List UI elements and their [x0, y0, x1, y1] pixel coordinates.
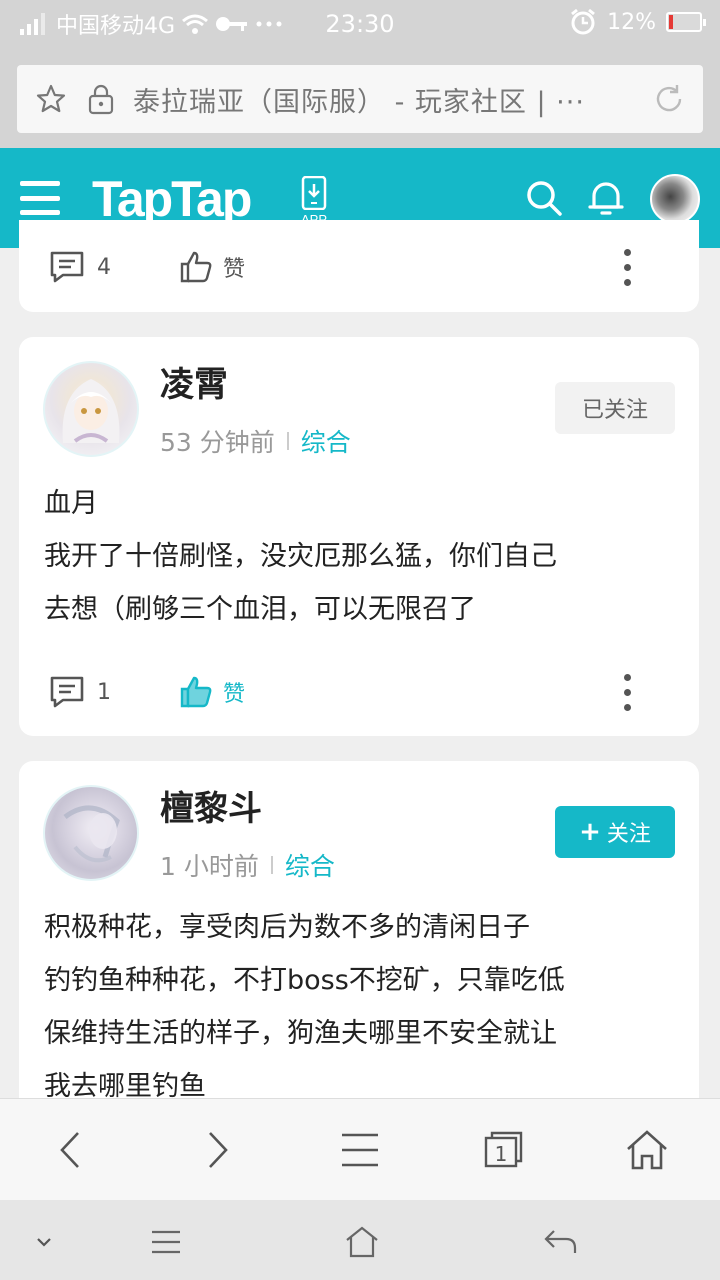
- tab-count: 1: [494, 1142, 508, 1166]
- post-body[interactable]: 积极种花，享受肉后为数不多的清闲日子 钓钓鱼种种花，不打boss不挖矿，只靠吃低…: [44, 901, 669, 1113]
- post-line: 去想（刷够三个血泪，可以无限召了: [44, 594, 476, 625]
- like-label: 赞: [223, 682, 246, 707]
- post-line: 钓钓鱼种种花，不打boss不挖矿，只靠吃低: [44, 965, 565, 996]
- post-actions: 1 赞: [49, 667, 669, 717]
- comment-count: 1: [97, 679, 111, 705]
- star-icon[interactable]: [33, 81, 69, 117]
- menu-lines-icon[interactable]: [335, 1125, 385, 1175]
- thumbs-up-icon: [180, 676, 212, 708]
- post-time: 53 分钟前: [160, 428, 275, 457]
- follow-button[interactable]: 已关注: [555, 382, 675, 434]
- post-actions: 4 赞: [49, 242, 669, 292]
- comment-icon: [50, 676, 84, 708]
- more-options-icon[interactable]: [624, 248, 631, 286]
- post-line: 积极种花，享受肉后为数不多的清闲日子: [44, 912, 530, 943]
- post-time: 1 小时前: [160, 852, 259, 881]
- refresh-icon[interactable]: [651, 81, 687, 117]
- app-download-icon: [301, 175, 327, 211]
- comment-button[interactable]: 1: [49, 675, 179, 709]
- post-line: 保维持生活的样子，狗渔夫哪里不安全就让: [44, 1018, 557, 1049]
- anime-avatar-image: [62, 379, 120, 443]
- alarm-icon: [571, 8, 596, 35]
- battery-icon: [666, 12, 706, 32]
- battery-percent: 12%: [607, 9, 656, 35]
- user-avatar[interactable]: [43, 785, 139, 881]
- category-tag[interactable]: 综合: [301, 423, 351, 459]
- comment-count: 4: [97, 254, 111, 280]
- username[interactable]: 凌霄: [160, 357, 228, 406]
- search-icon[interactable]: [524, 178, 564, 218]
- home-icon[interactable]: [622, 1125, 672, 1175]
- post-card: 凌霄 53 分钟前 综合 已关注 血月 我开了十倍刷怪，没灾厄那么猛，你们自己 …: [19, 337, 699, 736]
- menu-icon[interactable]: [146, 1222, 186, 1262]
- post-meta: 53 分钟前 综合: [160, 423, 351, 459]
- post-card: 檀黎斗 1 小时前 综合 + 关注 积极种花，享受肉后为数不多的清闲日子 钓钓鱼…: [19, 761, 699, 1121]
- page-title: 泰拉瑞亚（国际服） - 玩家社区 | ···: [133, 86, 585, 118]
- lock-icon: [83, 81, 119, 117]
- screen: 中国移动4G 23:30 12% 泰拉瑞亚（国际服） - 玩家社区 | ··· …: [0, 0, 720, 1280]
- browser-toolbar: 1: [0, 1098, 720, 1200]
- return-icon[interactable]: [540, 1222, 580, 1262]
- back-icon[interactable]: [46, 1125, 96, 1175]
- post-body[interactable]: 血月 我开了十倍刷怪，没灾厄那么猛，你们自己 去想（刷够三个血泪，可以无限召了: [44, 477, 669, 636]
- like-button[interactable]: 赞: [179, 250, 245, 284]
- follow-label: 关注: [606, 822, 651, 847]
- bell-icon[interactable]: [588, 178, 624, 218]
- thumbs-up-icon: [180, 251, 212, 283]
- menu-icon[interactable]: [20, 181, 60, 215]
- browser-address-bar: 泰拉瑞亚（国际服） - 玩家社区 | ···: [0, 50, 720, 148]
- username[interactable]: 檀黎斗: [160, 781, 262, 830]
- follow-button[interactable]: + 关注: [555, 806, 675, 858]
- category-tag[interactable]: 综合: [285, 847, 335, 883]
- comment-button[interactable]: 4: [49, 250, 179, 284]
- avatar-image: [63, 805, 120, 863]
- divider: [286, 432, 289, 450]
- more-options-icon[interactable]: [624, 673, 631, 711]
- post-card: 4 赞: [19, 220, 699, 312]
- tabs-icon[interactable]: 1: [478, 1125, 528, 1175]
- avatar[interactable]: [650, 174, 700, 224]
- status-bar: 中国移动4G 23:30 12%: [0, 0, 720, 50]
- system-navigation-bar: [0, 1200, 720, 1280]
- like-button[interactable]: 赞: [179, 675, 245, 709]
- post-meta: 1 小时前 综合: [160, 847, 335, 883]
- like-label: 赞: [223, 257, 246, 282]
- post-line: 我开了十倍刷怪，没灾厄那么猛，你们自己: [44, 541, 557, 572]
- plus-icon: +: [579, 817, 601, 847]
- forward-icon[interactable]: [192, 1125, 242, 1175]
- divider: [270, 856, 273, 874]
- chevron-down-icon[interactable]: [24, 1222, 64, 1262]
- post-line: 血月: [44, 488, 98, 519]
- url-field[interactable]: 泰拉瑞亚（国际服） - 玩家社区 | ···: [17, 65, 703, 133]
- comment-icon: [50, 251, 84, 283]
- home-outline-icon[interactable]: [342, 1222, 382, 1262]
- user-avatar[interactable]: [43, 361, 139, 457]
